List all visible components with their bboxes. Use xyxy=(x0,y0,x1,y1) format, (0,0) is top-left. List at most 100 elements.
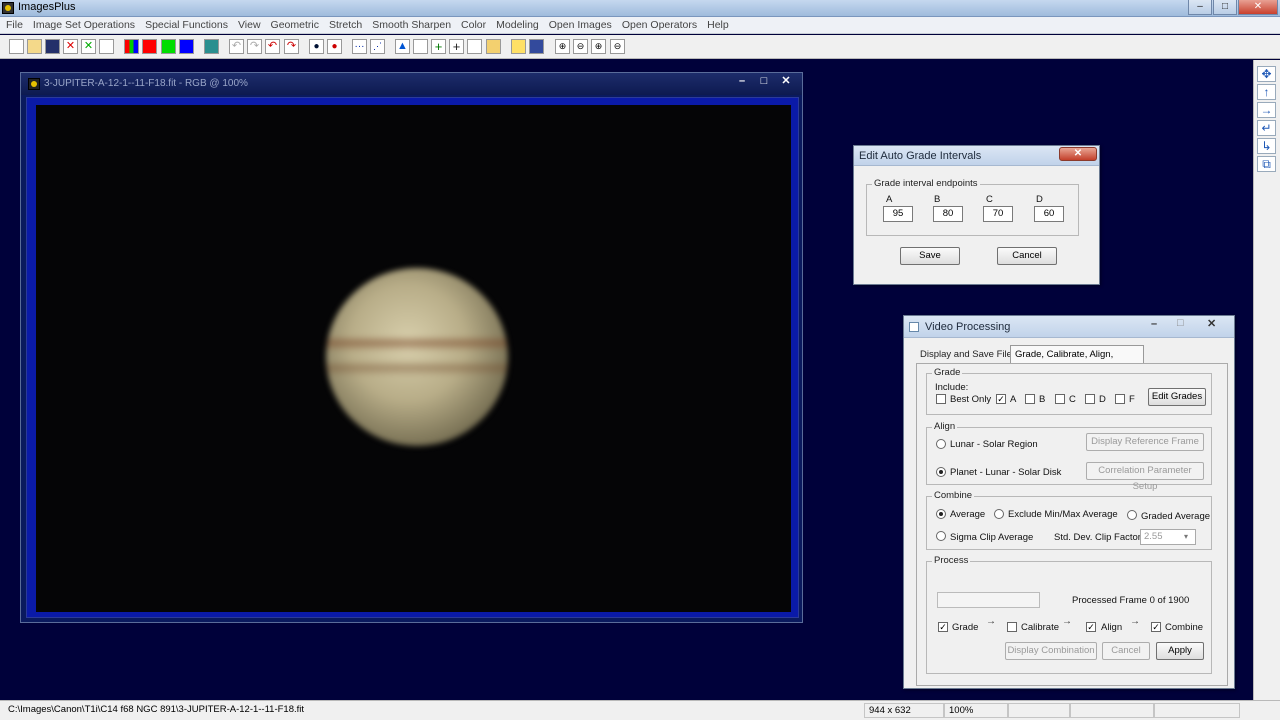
process-align-checkbox[interactable]: ✓ xyxy=(1086,622,1096,632)
grade-d-checkbox[interactable] xyxy=(1085,394,1095,404)
zoom-fit-icon[interactable]: ⊕ xyxy=(591,39,606,54)
close-button[interactable]: ✕ xyxy=(1238,0,1278,15)
zoom-actual-icon[interactable]: ⊖ xyxy=(610,39,625,54)
process-cancel-button[interactable]: Cancel xyxy=(1102,642,1150,660)
display-combination-button[interactable]: Display Combination xyxy=(1005,642,1097,660)
save-icon[interactable] xyxy=(45,39,60,54)
video-processing-titlebar[interactable]: Video Processing – □ ✕ xyxy=(904,316,1234,338)
close-all-icon[interactable]: ✕ xyxy=(81,39,96,54)
matrix-icon[interactable] xyxy=(529,39,544,54)
red-channel-icon[interactable] xyxy=(142,39,157,54)
menu-open-images[interactable]: Open Images xyxy=(549,19,612,31)
stop-record-icon[interactable]: ● xyxy=(327,39,342,54)
close-icon[interactable]: ✕ xyxy=(1059,147,1097,161)
copy-icon[interactable] xyxy=(99,39,114,54)
image-canvas[interactable] xyxy=(36,105,791,612)
undo-disabled-icon[interactable]: ↶ xyxy=(229,39,244,54)
display-reference-button[interactable]: Display Reference Frame xyxy=(1086,433,1204,451)
rgb-channels-icon[interactable] xyxy=(124,39,139,54)
menu-stretch[interactable]: Stretch xyxy=(329,19,362,31)
histogram-icon[interactable]: ▲ xyxy=(395,39,410,54)
menu-view[interactable]: View xyxy=(238,19,261,31)
tab-display-save[interactable]: Display and Save Files xyxy=(920,349,1017,360)
rotate-left-icon[interactable]: ↵ xyxy=(1257,120,1276,136)
average-radio[interactable] xyxy=(936,509,946,519)
arrow-right-icon: → xyxy=(1062,616,1072,627)
edit-grades-button[interactable]: Edit Grades xyxy=(1148,388,1206,406)
field-d-input[interactable]: 60 xyxy=(1034,206,1064,222)
process-calibrate-checkbox[interactable] xyxy=(1007,622,1017,632)
grade-b-checkbox[interactable] xyxy=(1025,394,1035,404)
menu-image-set-operations[interactable]: Image Set Operations xyxy=(33,19,135,31)
edit-grade-dialog: Edit Auto Grade Intervals ✕ Grade interv… xyxy=(853,145,1100,285)
maximize-icon[interactable]: □ xyxy=(754,74,774,89)
grid-icon[interactable] xyxy=(204,39,219,54)
lunar-radio[interactable] xyxy=(936,439,946,449)
redo-icon[interactable]: ↷ xyxy=(284,39,299,54)
arrow-up-icon[interactable]: ↑ xyxy=(1257,84,1276,100)
record-icon[interactable]: ● xyxy=(309,39,324,54)
grade-c-checkbox[interactable] xyxy=(1055,394,1065,404)
redo-disabled-icon[interactable]: ↷ xyxy=(247,39,262,54)
processed-frame-status: Processed Frame 0 of 1900 xyxy=(1072,595,1190,606)
planet-radio[interactable] xyxy=(936,467,946,477)
chevron-down-icon[interactable]: ▾ xyxy=(1184,532,1188,541)
move-icon[interactable]: ✥ xyxy=(1257,66,1276,82)
close-icon[interactable]: ✕ xyxy=(776,74,796,89)
crosshair-icon[interactable]: + xyxy=(449,39,464,54)
maximize-icon[interactable]: □ xyxy=(1177,317,1184,329)
menu-open-operators[interactable]: Open Operators xyxy=(622,19,697,31)
image-window-titlebar[interactable]: 3-JUPITER-A-12-1--11-F18.fit - RGB @ 100… xyxy=(21,73,802,95)
maximize-button[interactable]: □ xyxy=(1213,0,1237,15)
field-b-input[interactable]: 80 xyxy=(933,206,963,222)
new-file-icon[interactable] xyxy=(9,39,24,54)
green-channel-icon[interactable] xyxy=(161,39,176,54)
arrow-right-icon[interactable]: → xyxy=(1257,102,1276,118)
grade-a-checkbox[interactable]: ✓ xyxy=(996,394,1006,404)
menu-smooth-sharpen[interactable]: Smooth Sharpen xyxy=(372,19,451,31)
correlation-setup-button[interactable]: Correlation Parameter Setup xyxy=(1086,462,1204,492)
process-grade-checkbox[interactable]: ✓ xyxy=(938,622,948,632)
graded-radio[interactable] xyxy=(1127,510,1137,520)
dotted-line-icon[interactable]: ··· xyxy=(352,39,367,54)
plot-icon[interactable]: ⋰ xyxy=(370,39,385,54)
save-button[interactable]: Save xyxy=(900,247,960,265)
menu-color[interactable]: Color xyxy=(461,19,486,31)
status-bar: C:\Images\Canon\T1i\C14 f68 NGC 891\3-JU… xyxy=(0,700,1280,720)
close-icon[interactable]: ✕ xyxy=(1207,317,1216,330)
menu-modeling[interactable]: Modeling xyxy=(496,19,539,31)
open-folder-icon[interactable] xyxy=(27,39,42,54)
menu-geometric[interactable]: Geometric xyxy=(271,19,319,31)
field-c-label: C xyxy=(986,194,993,205)
sigma-radio[interactable] xyxy=(936,531,946,541)
copy-window-icon[interactable]: ⧉ xyxy=(1257,156,1276,172)
zoom-out-icon[interactable]: ⊖ xyxy=(573,39,588,54)
crosshair-green-icon[interactable]: + xyxy=(431,39,446,54)
minimize-button[interactable]: – xyxy=(1188,0,1212,15)
process-combine-checkbox[interactable]: ✓ xyxy=(1151,622,1161,632)
best-only-checkbox[interactable] xyxy=(936,394,946,404)
edit-grade-title: Edit Auto Grade Intervals xyxy=(859,150,982,162)
field-a-input[interactable]: 95 xyxy=(883,206,913,222)
menu-help[interactable]: Help xyxy=(707,19,729,31)
table-icon[interactable] xyxy=(467,39,482,54)
exclude-radio[interactable] xyxy=(994,509,1004,519)
field-c-input[interactable]: 70 xyxy=(983,206,1013,222)
apply-button[interactable]: Apply xyxy=(1156,642,1204,660)
levels-icon[interactable] xyxy=(413,39,428,54)
undo-icon[interactable]: ↶ xyxy=(265,39,280,54)
zoom-in-icon[interactable]: ⊕ xyxy=(555,39,570,54)
edit-grade-titlebar[interactable]: Edit Auto Grade Intervals ✕ xyxy=(854,146,1099,166)
minimize-icon[interactable]: – xyxy=(732,74,752,89)
menu-file[interactable]: File xyxy=(6,19,23,31)
rotate-right-icon[interactable]: ↳ xyxy=(1257,138,1276,154)
pencil-icon[interactable] xyxy=(511,39,526,54)
cancel-button[interactable]: Cancel xyxy=(997,247,1057,265)
minimize-icon[interactable]: – xyxy=(1151,318,1157,330)
menu-special-functions[interactable]: Special Functions xyxy=(145,19,228,31)
tab-grade-calibrate[interactable]: Grade, Calibrate, Align, Combine xyxy=(1010,345,1144,377)
grade-f-checkbox[interactable] xyxy=(1115,394,1125,404)
blue-channel-icon[interactable] xyxy=(179,39,194,54)
annotate-icon[interactable] xyxy=(486,39,501,54)
close-image-icon[interactable]: ✕ xyxy=(63,39,78,54)
